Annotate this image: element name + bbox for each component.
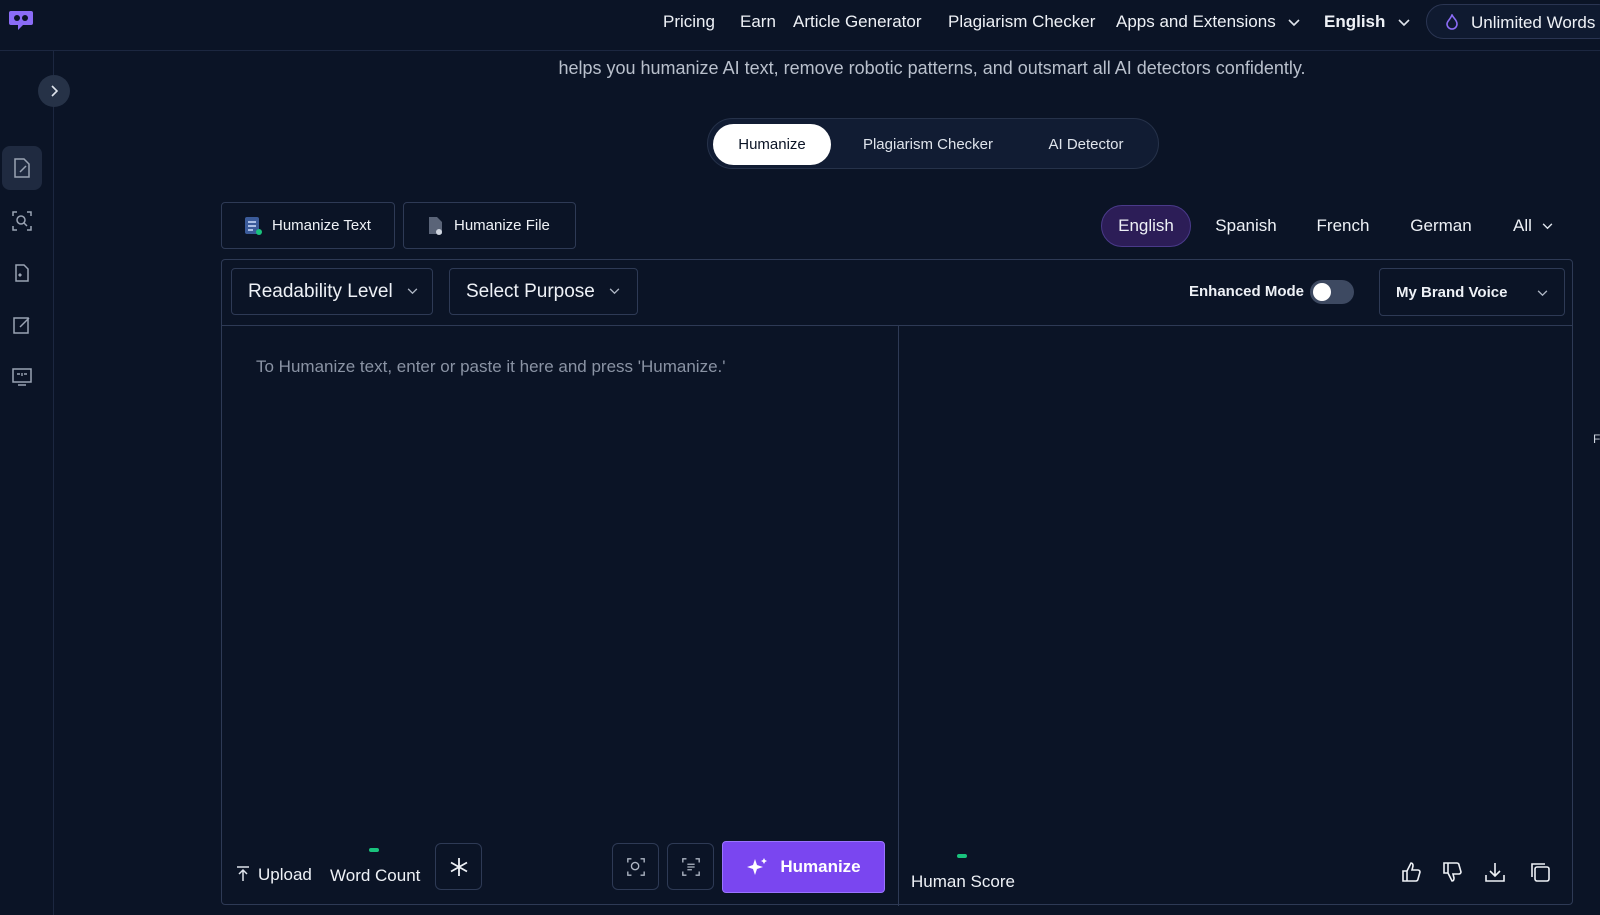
upload-button[interactable]: Upload (236, 865, 312, 885)
document-edit-icon (14, 158, 30, 178)
sidebar-expand-button[interactable] (38, 75, 70, 107)
file-sparkle-icon (15, 264, 29, 282)
input-textarea[interactable]: To Humanize text, enter or paste it here… (256, 357, 726, 377)
readability-level-label: Readability Level (248, 280, 393, 302)
upload-label: Upload (258, 865, 312, 884)
nav-earn[interactable]: Earn (740, 12, 776, 32)
chevron-down-icon (1537, 290, 1548, 297)
flame-icon (1446, 14, 1458, 30)
nav-article-generator[interactable]: Article Generator (793, 12, 922, 32)
humanize-button[interactable]: Humanize (722, 841, 885, 893)
nav-pricing[interactable]: Pricing (663, 12, 715, 32)
snowflake-icon (450, 857, 467, 876)
text-scan-button[interactable] (667, 843, 714, 890)
word-count-label: Word Count (330, 866, 421, 885)
sidebar-item-chat[interactable] (2, 355, 42, 399)
brand-voice-dropdown[interactable]: My Brand Voice (1379, 268, 1565, 316)
select-purpose-dropdown[interactable]: Select Purpose (449, 268, 638, 315)
tab-humanize[interactable]: Humanize (713, 124, 831, 165)
humanize-file-label: Humanize File (454, 217, 550, 234)
sidebar-item-writer[interactable] (2, 303, 42, 347)
tab-plagiarism-checker[interactable]: Plagiarism Checker (843, 124, 1013, 165)
top-nav: Pricing Earn Article Generator Plagiaris… (0, 0, 1600, 51)
editor-panel: Readability Level Select Purpose Enhance… (221, 259, 1573, 906)
thumbs-up-icon[interactable] (1400, 861, 1422, 883)
chevron-down-icon (1542, 222, 1553, 229)
unlimited-words-button[interactable]: Unlimited Words (1426, 4, 1600, 39)
select-purpose-label: Select Purpose (466, 280, 595, 302)
freeze-words-button[interactable] (435, 843, 482, 890)
edge-fragment: F (1593, 432, 1600, 446)
lang-all-dropdown[interactable]: All (1505, 205, 1561, 247)
upload-icon (237, 866, 249, 881)
sparkle-icon (747, 858, 768, 875)
lang-french[interactable]: French (1310, 205, 1376, 247)
lang-german[interactable]: German (1404, 205, 1478, 247)
mode-tabs: Humanize Plagiarism Checker AI Detector (707, 118, 1159, 169)
enhanced-mode-toggle[interactable] (1310, 280, 1354, 304)
download-icon[interactable] (1484, 861, 1506, 883)
sidebar (0, 51, 54, 915)
humanize-text-label: Humanize Text (272, 217, 371, 234)
readability-level-dropdown[interactable]: Readability Level (231, 268, 433, 315)
humanize-button-label: Humanize (780, 857, 861, 876)
nav-apps-extensions[interactable]: Apps and Extensions (1116, 12, 1301, 32)
panel-divider (898, 326, 899, 906)
chevron-down-icon (407, 288, 418, 295)
toggle-knob (1313, 283, 1331, 301)
ai-scan-button[interactable] (612, 843, 659, 890)
tab-ai-detector[interactable]: AI Detector (1018, 124, 1154, 165)
human-score-indicator (957, 854, 967, 858)
humanize-file-button[interactable]: Humanize File (403, 202, 576, 249)
logo-icon[interactable] (8, 7, 34, 31)
thumbs-down-icon[interactable] (1441, 861, 1463, 883)
humanize-text-button[interactable]: Humanize Text (221, 202, 395, 249)
chevron-down-icon (609, 288, 620, 295)
sidebar-item-humanize[interactable] (2, 146, 42, 190)
word-count-indicator (369, 848, 379, 852)
nav-language-select[interactable]: English (1324, 12, 1410, 32)
scan-search-icon (626, 857, 645, 876)
unlimited-words-label: Unlimited Words (1471, 13, 1596, 32)
copy-icon[interactable] (1529, 861, 1551, 883)
pen-square-icon (13, 317, 30, 334)
chevron-down-icon (1398, 18, 1410, 26)
sidebar-item-detector[interactable] (2, 199, 42, 243)
file-upload-icon (429, 216, 442, 235)
nav-language-label: English (1324, 12, 1386, 31)
scan-text-icon (681, 857, 700, 876)
chevron-down-icon (1288, 18, 1301, 26)
nav-apps-label: Apps and Extensions (1116, 12, 1276, 31)
brand-voice-label: My Brand Voice (1396, 283, 1508, 301)
scan-search-icon (12, 211, 32, 231)
page-subtitle: helps you humanize AI text, remove robot… (558, 58, 1306, 78)
chat-screen-icon (12, 368, 32, 386)
sidebar-item-file-magic[interactable] (2, 251, 42, 295)
human-score-label: Human Score (911, 872, 1015, 891)
enhanced-mode-label: Enhanced Mode (1189, 283, 1305, 300)
text-document-icon (245, 216, 262, 235)
lang-english[interactable]: English (1101, 205, 1191, 247)
nav-plagiarism-checker[interactable]: Plagiarism Checker (948, 12, 1095, 32)
editor-toolbar: Readability Level Select Purpose Enhance… (222, 260, 1572, 326)
lang-spanish[interactable]: Spanish (1208, 205, 1284, 247)
lang-all-label: All (1513, 216, 1532, 235)
chevron-right-icon (51, 85, 58, 97)
